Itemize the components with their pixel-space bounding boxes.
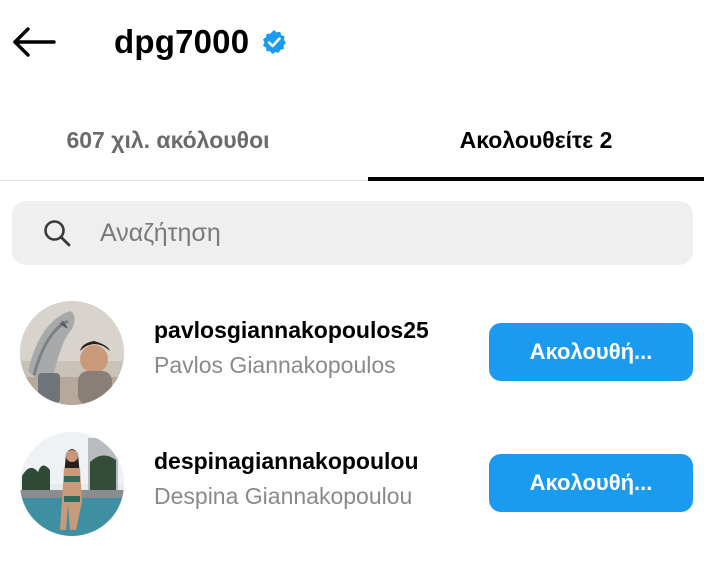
top-bar: dpg7000 — [0, 0, 704, 86]
following-button[interactable]: Ακολουθή... — [489, 323, 693, 381]
user-full-name: Despina Giannakopoulou — [154, 483, 413, 509]
user-handle[interactable]: despinagiannakopoulou — [154, 448, 474, 475]
avatar[interactable] — [20, 301, 124, 405]
arrow-left-icon — [13, 27, 56, 57]
profile-username: dpg7000 — [114, 23, 250, 60]
user-info: despinagiannakopoulou Despina Giannakopo… — [154, 448, 474, 510]
search-icon — [42, 218, 72, 248]
active-tab-indicator — [368, 177, 704, 181]
search-bar[interactable] — [12, 201, 693, 265]
user-full-name: Pavlos Giannakopoulos — [154, 352, 396, 378]
avatar[interactable] — [20, 432, 124, 536]
search-input[interactable] — [98, 217, 642, 249]
profile-title: dpg7000 — [114, 20, 287, 64]
list-item[interactable]: pavlosgiannakopoulos25 Pavlos Giannakopo… — [0, 297, 704, 407]
verified-badge-icon — [261, 29, 287, 55]
follow-tabs: 607 χιλ. ακόλουθοι Ακολουθείτε 2 — [0, 104, 704, 181]
tab-following[interactable]: Ακολουθείτε 2 — [368, 104, 704, 176]
user-info: pavlosgiannakopoulos25 Pavlos Giannakopo… — [154, 317, 474, 379]
back-button[interactable] — [10, 22, 58, 62]
user-handle[interactable]: pavlosgiannakopoulos25 — [154, 317, 474, 344]
following-button[interactable]: Ακολουθή... — [489, 454, 693, 512]
tab-followers[interactable]: 607 χιλ. ακόλουθοι — [0, 104, 336, 176]
list-item[interactable]: despinagiannakopoulou Despina Giannakopo… — [0, 428, 704, 538]
